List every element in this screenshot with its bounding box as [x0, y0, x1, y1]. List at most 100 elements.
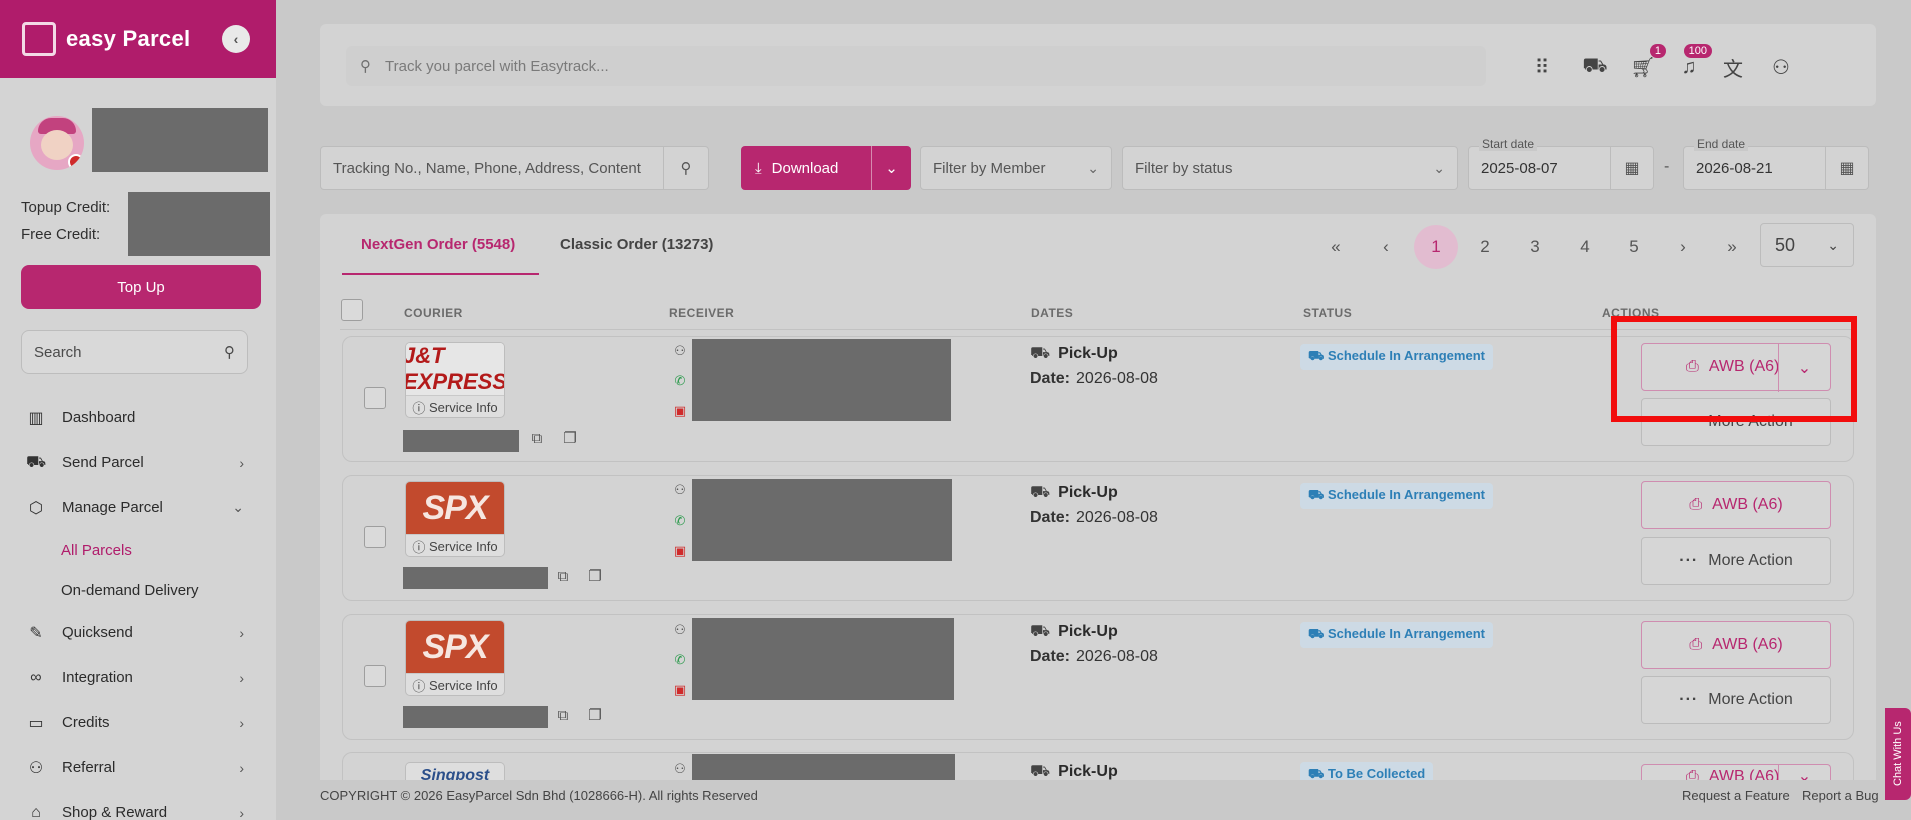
person-icon: ⚇ [674, 482, 686, 497]
page-5-button[interactable]: 5 [1612, 225, 1656, 269]
service-info-link[interactable]: ⓘ Service Info [406, 673, 504, 695]
external-link-icon[interactable]: ⧉ [554, 706, 572, 724]
calendar-icon[interactable]: ▦ [1825, 146, 1869, 190]
filter-status-select[interactable]: Filter by status ⌄ [1122, 146, 1458, 190]
awb-button[interactable]: ⎙ AWB (A6) [1641, 481, 1831, 529]
filter-member-select[interactable]: Filter by Member ⌄ [920, 146, 1112, 190]
courier-logo-jt: J&T EXPRESS ⓘ Service Info [405, 342, 505, 418]
tab-nextgen-order[interactable]: NextGen Order (5548) [361, 236, 515, 253]
apps-grid-icon[interactable]: ⠿ [1527, 52, 1557, 82]
more-action-label: More Action [1708, 691, 1793, 708]
more-action-button[interactable]: ··· More Action [1641, 676, 1831, 724]
status-text: To Be Collected [1327, 766, 1426, 781]
select-all-checkbox[interactable] [341, 299, 363, 321]
end-date-input[interactable]: 2026-08-21 [1683, 146, 1826, 190]
sidebar-item-send-parcel[interactable]: ⛟ Send Parcel › [0, 440, 276, 485]
more-action-button[interactable]: ··· More Action [1641, 537, 1831, 585]
sidebar-search-input[interactable]: Search ⚲ [21, 330, 248, 374]
box-logo-icon [22, 22, 56, 56]
page-1-button[interactable]: 1 [1414, 225, 1458, 269]
download-dropdown-toggle[interactable]: ⌄ [871, 146, 911, 190]
awb-button[interactable]: ⎙ AWB (A6) ⌄ [1641, 343, 1831, 392]
pen-icon: ✎ [29, 624, 43, 642]
page-2-button[interactable]: 2 [1463, 225, 1507, 269]
service-info-link[interactable]: ⓘ Service Info [406, 395, 504, 417]
row-checkbox[interactable] [364, 665, 386, 687]
awb-button[interactable]: ⎙ AWB (A6) [1641, 621, 1831, 669]
more-action-button[interactable]: ··· More Action [1641, 398, 1831, 446]
report-bug-link[interactable]: Report a Bug [1802, 788, 1879, 803]
awb-dropdown-toggle[interactable]: ⌄ [1778, 344, 1830, 392]
sidebar-item-credits[interactable]: ▭ Credits › [0, 700, 276, 745]
copyright-text: COPYRIGHT © 2026 EasyParcel Sdn Bhd (102… [320, 788, 758, 803]
truck-icon: ⛟ [1030, 763, 1051, 780]
page-3-button[interactable]: 3 [1513, 225, 1557, 269]
order-search-input[interactable]: Tracking No., Name, Phone, Address, Cont… [320, 146, 664, 190]
chat-with-us-button[interactable]: Chat With Us [1885, 708, 1911, 800]
notification-icon[interactable]: ♫ 100 [1674, 44, 1712, 82]
sidebar-item-label: Send Parcel [62, 454, 144, 471]
printer-icon: ⎙ [1689, 496, 1703, 513]
header-actions: ACTIONS [1602, 306, 1660, 320]
prev-page-button[interactable]: ‹ [1364, 225, 1408, 269]
user-profile-icon[interactable]: ⚇ [1766, 52, 1796, 82]
copy-icon[interactable]: ❐ [586, 567, 604, 585]
pickup-text: Pick-Up [1058, 345, 1118, 362]
sidebar-item-label: Credits [62, 714, 110, 731]
chevron-right-icon: › [239, 624, 244, 641]
next-page-button[interactable]: › [1661, 225, 1705, 269]
download-button[interactable]: ⤓ Download ⌄ [741, 146, 911, 190]
filter-member-label: Filter by Member [933, 159, 1046, 177]
start-date-input[interactable]: 2025-08-07 [1468, 146, 1611, 190]
first-page-button[interactable]: « [1314, 225, 1358, 269]
delivery-truck-icon[interactable]: ⛟ [1580, 52, 1610, 82]
page-4-button[interactable]: 4 [1563, 225, 1607, 269]
sidebar-item-integration[interactable]: ∞ Integration › [0, 655, 276, 700]
sidebar-item-quicksend[interactable]: ✎ Quicksend › [0, 610, 276, 655]
copy-icon[interactable]: ❐ [586, 706, 604, 724]
last-page-button[interactable]: » [1710, 225, 1754, 269]
copy-icon[interactable]: ❐ [561, 429, 579, 447]
external-link-icon[interactable]: ⧉ [554, 567, 572, 585]
request-feature-link[interactable]: Request a Feature [1682, 788, 1790, 803]
redacted-tracking-number [403, 567, 548, 589]
collapse-sidebar-button[interactable]: ‹ [222, 25, 250, 53]
more-action-label: More Action [1708, 413, 1793, 430]
sidebar-item-label: Manage Parcel [62, 499, 163, 516]
external-link-icon[interactable]: ⧉ [528, 429, 546, 447]
pickup-text: Pick-Up [1058, 763, 1118, 780]
start-date-label: Start date [1479, 137, 1538, 151]
calendar-icon[interactable]: ▦ [1610, 146, 1654, 190]
chevron-right-icon: › [239, 714, 244, 731]
order-search-button[interactable]: ⚲ [663, 146, 709, 190]
page-size-select[interactable]: 50 ⌄ [1760, 223, 1854, 267]
avatar-face [41, 130, 73, 160]
redacted-receiver [692, 339, 951, 421]
row-checkbox[interactable] [364, 387, 386, 409]
status-badge: ⛟ Schedule In Arrangement [1300, 622, 1493, 648]
translate-icon[interactable]: 文 [1718, 52, 1748, 82]
sidebar-subitem-on-demand-delivery[interactable]: On-demand Delivery [0, 570, 276, 610]
sidebar-item-shop-reward[interactable]: ⌂ Shop & Reward › [0, 790, 276, 820]
chevron-down-icon: ⌄ [1827, 236, 1839, 253]
whatsapp-icon: ✆ [674, 513, 686, 528]
service-info-label: Service Info [428, 678, 498, 693]
topup-button[interactable]: Top Up [21, 265, 261, 309]
pickup-text: Pick-Up [1058, 484, 1118, 501]
sidebar-item-label: Shop & Reward [62, 804, 168, 820]
sidebar-subitem-all-parcels[interactable]: All Parcels [0, 530, 276, 570]
pickup-label: ⛟ Pick-Up [1030, 483, 1118, 503]
header-receiver: RECEIVER [669, 306, 735, 320]
sidebar-item-referral[interactable]: ⚇ Referral › [0, 745, 276, 790]
awb-label: AWB (A6) [1712, 496, 1783, 513]
row-checkbox[interactable] [364, 526, 386, 548]
sidebar-item-label: Referral [62, 759, 116, 776]
date-value: 2026-08-08 [1076, 509, 1158, 526]
easytrack-search-input[interactable]: ⚲ Track you parcel with Easytrack... [346, 46, 1486, 86]
sidebar-item-manage-parcel[interactable]: ⬡ Manage Parcel ⌄ [0, 485, 276, 530]
tab-classic-order[interactable]: Classic Order (13273) [560, 236, 713, 253]
service-info-link[interactable]: ⓘ Service Info [406, 534, 504, 556]
sidebar-item-dashboard[interactable]: ▥ Dashboard [0, 395, 276, 440]
avatar[interactable] [30, 116, 84, 170]
cart-icon[interactable]: 🛒︎ 1 [1628, 44, 1666, 82]
